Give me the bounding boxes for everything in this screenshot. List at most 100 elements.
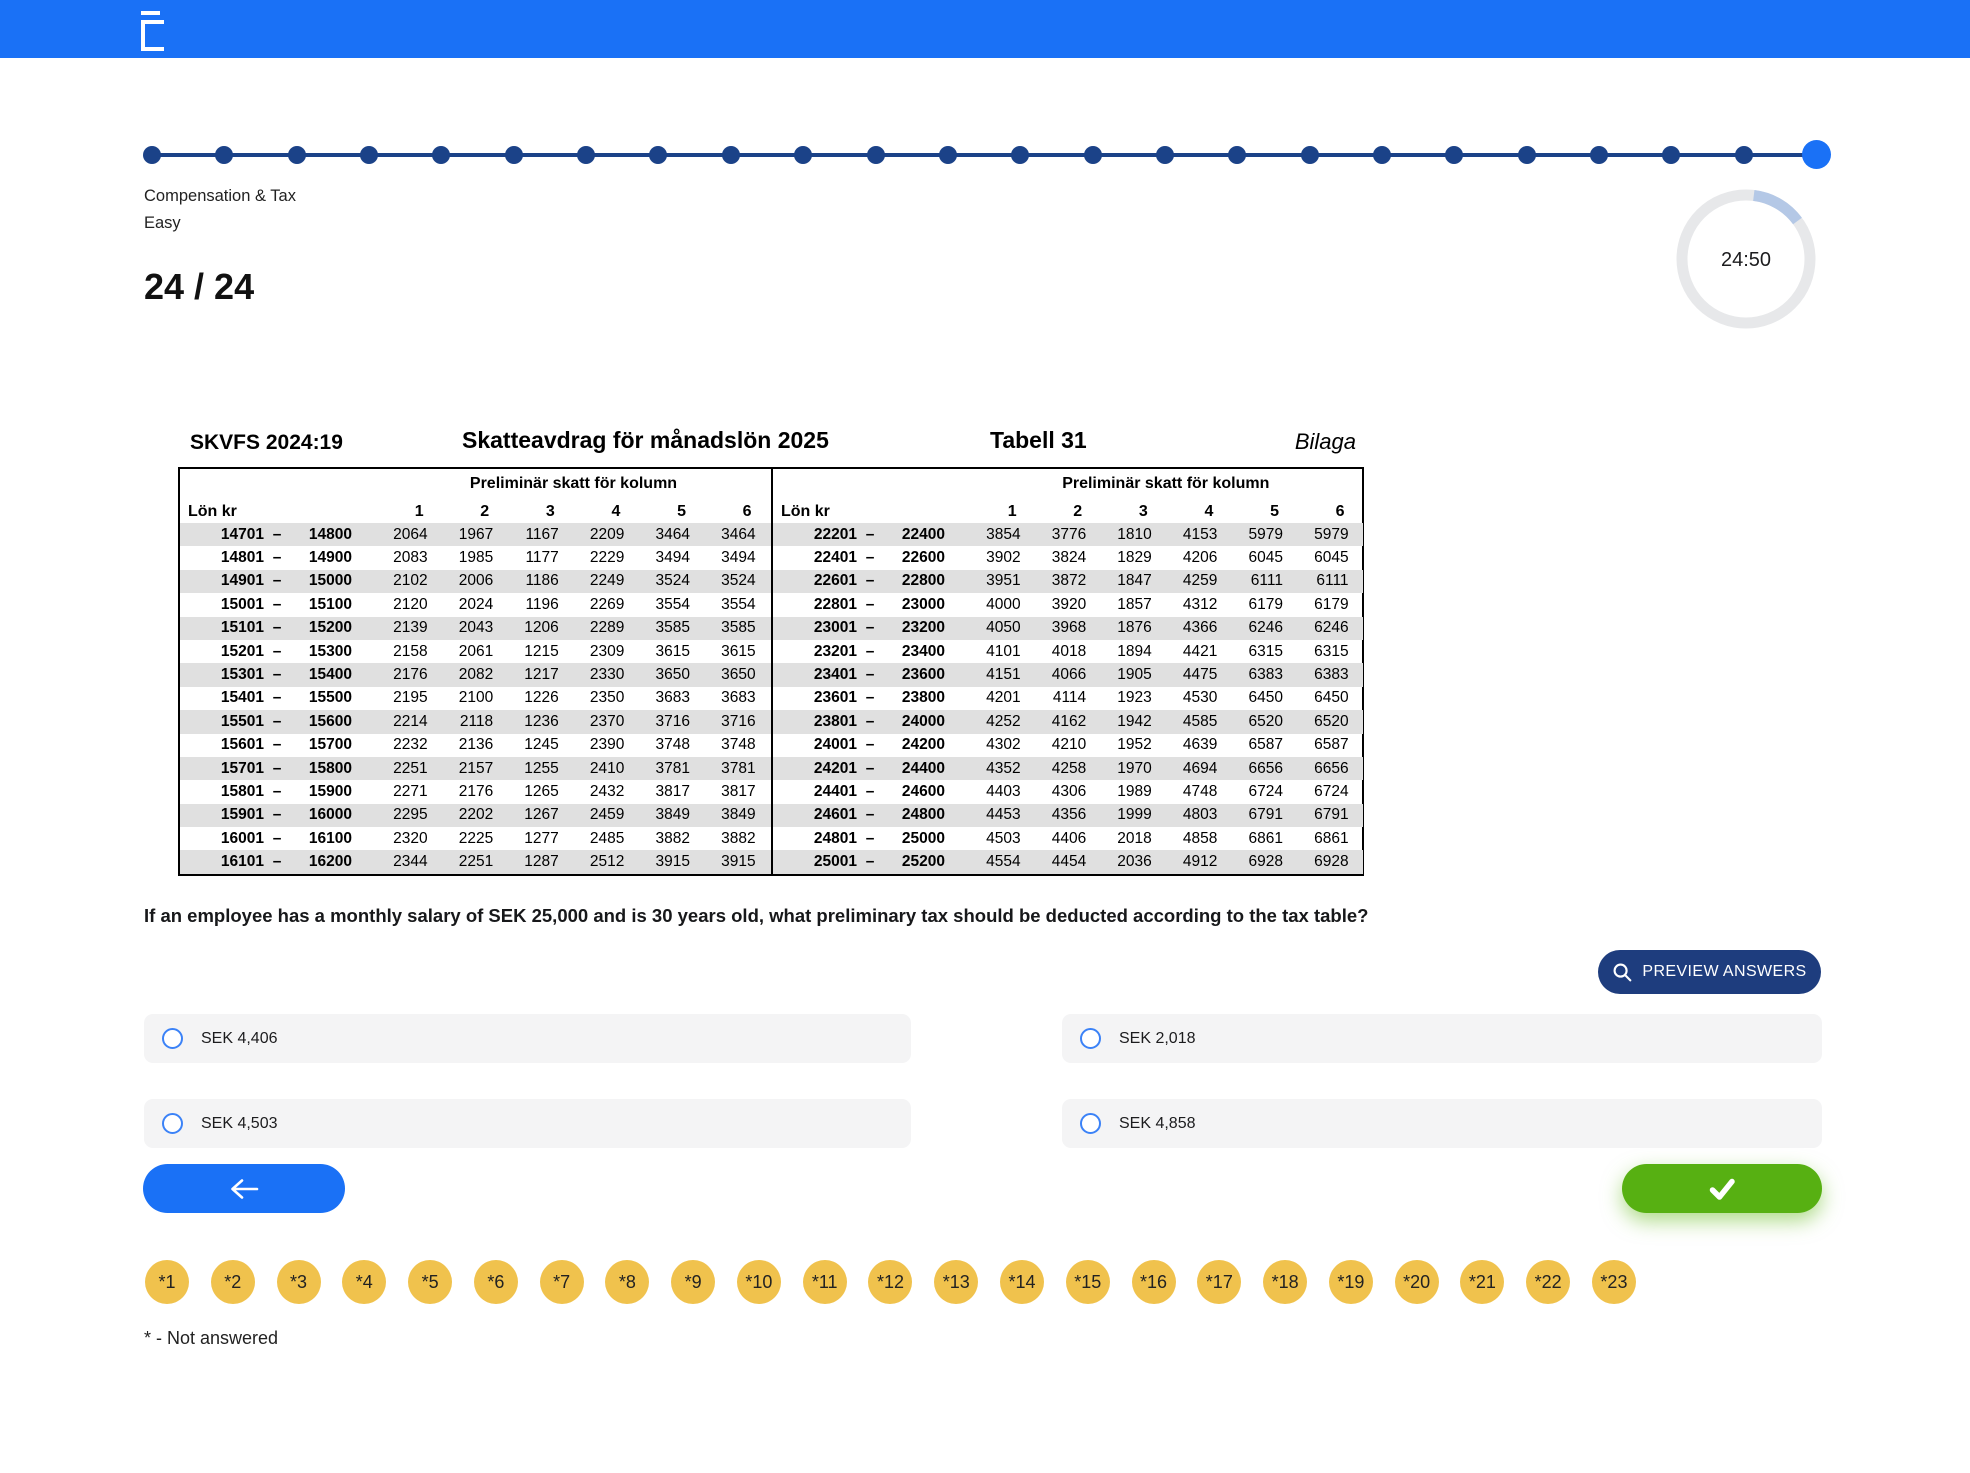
question-nav-item[interactable]: *1: [145, 1260, 189, 1304]
tax-table-row: 22601–22800395138721847425961116111: [773, 570, 1363, 593]
search-icon: [1612, 962, 1633, 983]
range-from: 22801: [773, 596, 857, 614]
range-from: 15301: [180, 666, 264, 684]
range-separator: –: [857, 643, 883, 661]
tax-value-cell: 2271: [376, 783, 442, 801]
question-nav-item[interactable]: *22: [1526, 1260, 1570, 1304]
not-answered-legend: * - Not answered: [144, 1328, 278, 1349]
range-from: 15201: [180, 643, 264, 661]
salary-range-cell: 15801–15900: [180, 783, 376, 801]
tax-table-row: 15801–15900227121761265243238173817: [180, 780, 771, 803]
tax-value-cell: 4018: [1035, 643, 1101, 661]
radio-button[interactable]: [1080, 1113, 1101, 1134]
tax-value-cell: 2024: [442, 596, 508, 614]
question-nav-item[interactable]: *19: [1329, 1260, 1373, 1304]
question-nav: *1 *2 *3 *4 *5 *6 *7 *8 *9 *10 *11 *12 *13 *14 *15 *16 *…: [145, 1260, 1845, 1304]
question-nav-item[interactable]: *15: [1066, 1260, 1110, 1304]
salary-range-cell: 23001–23200: [773, 619, 969, 637]
range-to: 15200: [290, 619, 352, 637]
tax-value-cell: 4530: [1166, 689, 1232, 707]
tax-value-cell: 1287: [507, 853, 573, 871]
range-from: 16001: [180, 830, 264, 848]
question-nav-item[interactable]: *18: [1263, 1260, 1307, 1304]
answer-option[interactable]: SEK 4,858: [1062, 1099, 1822, 1148]
question-nav-item[interactable]: *10: [737, 1260, 781, 1304]
salary-range-cell: 24201–24400: [773, 760, 969, 778]
tax-table-row: 15601–15700223221361245239037483748: [180, 734, 771, 757]
range-separator: –: [857, 666, 883, 684]
radio-button[interactable]: [162, 1028, 183, 1049]
question-nav-item[interactable]: *2: [211, 1260, 255, 1304]
question-nav-item[interactable]: *6: [474, 1260, 518, 1304]
question-nav-item[interactable]: *5: [408, 1260, 452, 1304]
answer-option[interactable]: SEK 2,018: [1062, 1014, 1822, 1063]
table-header-row: Lön kr123456: [773, 497, 1363, 523]
question-nav-item[interactable]: *12: [868, 1260, 912, 1304]
preview-answers-button[interactable]: PREVIEW ANSWERS: [1598, 950, 1821, 994]
tax-value-cell: 3781: [638, 760, 704, 778]
tax-value-cell: 1265: [507, 783, 573, 801]
range-separator: –: [264, 526, 290, 544]
range-separator: –: [857, 549, 883, 567]
answer-option-label: SEK 4,858: [1119, 1115, 1196, 1133]
question-nav-item[interactable]: *21: [1460, 1260, 1504, 1304]
salary-range-cell: 15001–15100: [180, 596, 376, 614]
question-nav-item[interactable]: *17: [1197, 1260, 1241, 1304]
question-nav-item[interactable]: *14: [1000, 1260, 1044, 1304]
stepper-dot: [939, 146, 957, 164]
tax-table-row: 14701–14800206419671167220934643464: [180, 523, 771, 546]
question-nav-item[interactable]: *8: [605, 1260, 649, 1304]
range-to: 24000: [883, 713, 945, 731]
radio-button[interactable]: [162, 1113, 183, 1134]
question-nav-item[interactable]: *11: [803, 1260, 847, 1304]
confirm-answer-button[interactable]: [1622, 1164, 1822, 1213]
answer-option-label: SEK 2,018: [1119, 1030, 1196, 1048]
tax-value-cell: 4114: [1035, 689, 1101, 707]
quiz-page: Compensation & Tax Easy 24 / 24 24:50 SK…: [0, 0, 1970, 1473]
range-from: 23401: [773, 666, 857, 684]
stepper-dot: [505, 146, 523, 164]
range-to: 14900: [290, 549, 352, 567]
question-nav-item[interactable]: *9: [671, 1260, 715, 1304]
range-to: 24400: [883, 760, 945, 778]
tax-value-cell: 2195: [376, 689, 442, 707]
tax-value-cell: 4306: [1035, 783, 1101, 801]
tax-value-cell: 4503: [969, 830, 1035, 848]
tax-value-cell: 1967: [442, 526, 508, 544]
stepper-dot: [288, 146, 306, 164]
question-nav-item[interactable]: *23: [1592, 1260, 1636, 1304]
tax-value-cell: 3951: [969, 572, 1035, 590]
question-nav-item[interactable]: *13: [934, 1260, 978, 1304]
answer-option[interactable]: SEK 4,406: [144, 1014, 911, 1063]
tax-value-cell: 2083: [376, 549, 442, 567]
column-number-header: 2: [1035, 503, 1101, 523]
back-button[interactable]: [143, 1164, 345, 1213]
range-to: 23200: [883, 619, 945, 637]
tax-value-cell: 4162: [1035, 713, 1101, 731]
range-separator: –: [857, 830, 883, 848]
question-nav-item[interactable]: *16: [1132, 1260, 1176, 1304]
tax-value-cell: 2390: [573, 736, 639, 754]
range-from: 24201: [773, 760, 857, 778]
tax-value-cell: 3683: [704, 689, 770, 707]
question-nav-item[interactable]: *3: [277, 1260, 321, 1304]
tax-value-cell: 2061: [442, 643, 508, 661]
range-to: 15600: [290, 713, 352, 731]
question-nav-item[interactable]: *20: [1395, 1260, 1439, 1304]
tax-value-cell: 3817: [704, 783, 770, 801]
stepper-dot: [1228, 146, 1246, 164]
radio-button[interactable]: [1080, 1028, 1101, 1049]
range-from: 24601: [773, 806, 857, 824]
tax-table-titlebar: SKVFS 2024:19 Skatteavdrag för månadslön…: [178, 421, 1364, 467]
tax-value-cell: 6656: [1297, 760, 1363, 778]
tax-value-cell: 3748: [638, 736, 704, 754]
range-to: 23400: [883, 643, 945, 661]
answer-option[interactable]: SEK 4,503: [144, 1099, 911, 1148]
stepper-dot: [1662, 146, 1680, 164]
question-nav-item[interactable]: *4: [342, 1260, 386, 1304]
tax-table: Preliminär skatt för kolumnLön kr1234561…: [178, 467, 1364, 876]
tax-table-row: 15001–15100212020241196226935543554: [180, 593, 771, 616]
question-nav-item[interactable]: *7: [540, 1260, 584, 1304]
salary-column-header: Lön kr: [773, 503, 969, 523]
tax-value-cell: 2157: [442, 760, 508, 778]
